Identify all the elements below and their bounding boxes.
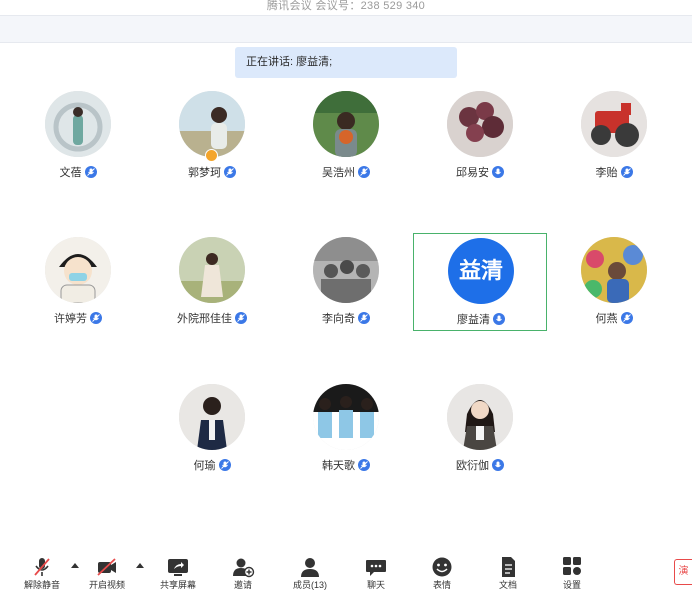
reactions-button[interactable]: 表情 [414,556,470,591]
video-options-caret[interactable] [136,563,144,568]
share-screen-button[interactable]: 共享屏幕 [150,556,206,591]
mic-icon [492,166,504,178]
participant-tile[interactable]: 外院邢佳佳 [145,237,279,335]
mic-icon [620,166,633,178]
mic-icon [358,312,370,324]
mic-icon [493,313,505,325]
members-button[interactable]: 成员(13) [282,556,338,591]
participant-name: 韩天歌 [322,460,355,472]
share-screen-icon [168,559,188,576]
participant-name: 外院邢佳佳 [177,313,232,325]
participant-name: 何瑜 [193,460,216,472]
settings-label: 设置 [562,580,581,590]
avatar [45,91,111,157]
members-icon [301,558,319,577]
avatar [179,237,245,303]
mic-icon [224,166,236,178]
avatar [179,91,245,157]
docs-label: 文档 [498,580,517,590]
participant-tile-active-speaker[interactable]: 益清 廖益清 [413,233,547,331]
start-video-label: 开启视频 [88,580,125,590]
unmute-label: 解除静音 [23,580,60,590]
participant-name: 邱易安 [456,167,489,179]
participant-name: 欧衍伽 [456,460,489,472]
participant-tile[interactable]: 何瑜 [145,384,279,482]
participant-tile[interactable]: 邱易安 [413,91,547,189]
participant-tile[interactable]: 欧衍伽 [413,384,547,482]
participant-name: 廖益清 [457,314,490,326]
avatar [45,237,111,303]
header-bar [0,15,692,43]
avatar [179,384,245,450]
audio-options-caret[interactable] [71,563,79,568]
window-title: 腾讯会议 会议号：238 529 340 [0,0,692,15]
participant-tile[interactable]: 文蓓 [11,91,145,189]
meeting-toolbar: 解除静音 开启视频 共享屏幕 邀请 成员(13) 聊天 表情 文档 设置 [0,548,692,595]
start-video-button[interactable]: 开启视频 [79,556,135,591]
mic-icon [492,459,504,471]
mic-icon [218,459,231,471]
participant-name: 何燕 [595,313,618,325]
presentation-button[interactable]: 演 [674,559,692,585]
mic-icon [358,459,370,471]
chat-button[interactable]: 聊天 [348,556,404,591]
invite-button[interactable]: 邀请 [215,556,271,591]
add-user-icon [233,558,255,578]
participant-tile[interactable]: 许婷芳 [11,237,145,335]
settings-button[interactable]: 设置 [544,556,600,591]
participant-tile[interactable]: 李向奇 [279,237,413,335]
avatar [447,91,513,157]
participant-name: 许婷芳 [54,313,87,325]
mic-icon [358,166,370,178]
video-off-icon [97,558,116,576]
muted-mic-icon [34,558,50,576]
chat-label: 聊天 [366,580,385,590]
chat-icon [366,560,386,576]
avatar: 益清 [448,238,514,304]
members-label: 成员(13) [292,580,327,590]
speaking-banner: 正在讲话: 廖益清; [235,47,457,78]
avatar [447,384,513,450]
participant-tile[interactable]: 吴浩州 [279,91,413,189]
avatar [581,91,647,157]
participant-name: 李向奇 [322,313,355,325]
avatar [313,384,379,450]
participant-tile[interactable]: 李贻 [547,91,681,189]
document-icon [502,557,515,577]
mic-icon [84,166,97,178]
invite-label: 邀请 [233,580,252,590]
docs-button[interactable]: 文档 [480,556,536,591]
host-icon [205,149,218,162]
reactions-label: 表情 [432,580,451,590]
participant-tile[interactable]: 何燕 [547,237,681,335]
settings-grid-icon [563,557,581,575]
avatar [313,91,379,157]
avatar [313,237,379,303]
mic-icon [90,312,102,324]
participant-name: 文蓓 [59,167,82,179]
unmute-button[interactable]: 解除静音 [14,556,70,591]
emoji-icon [432,557,452,577]
mic-icon [235,312,247,324]
avatar [581,237,647,303]
participant-name: 郭梦珂 [188,167,221,179]
participant-name: 李贻 [595,167,618,179]
participant-tile[interactable]: 韩天歌 [279,384,413,482]
participant-tile[interactable]: 郭梦珂 [145,91,279,189]
share-screen-label: 共享屏幕 [159,580,196,590]
participant-name: 吴浩州 [322,167,355,179]
mic-icon [620,312,633,324]
